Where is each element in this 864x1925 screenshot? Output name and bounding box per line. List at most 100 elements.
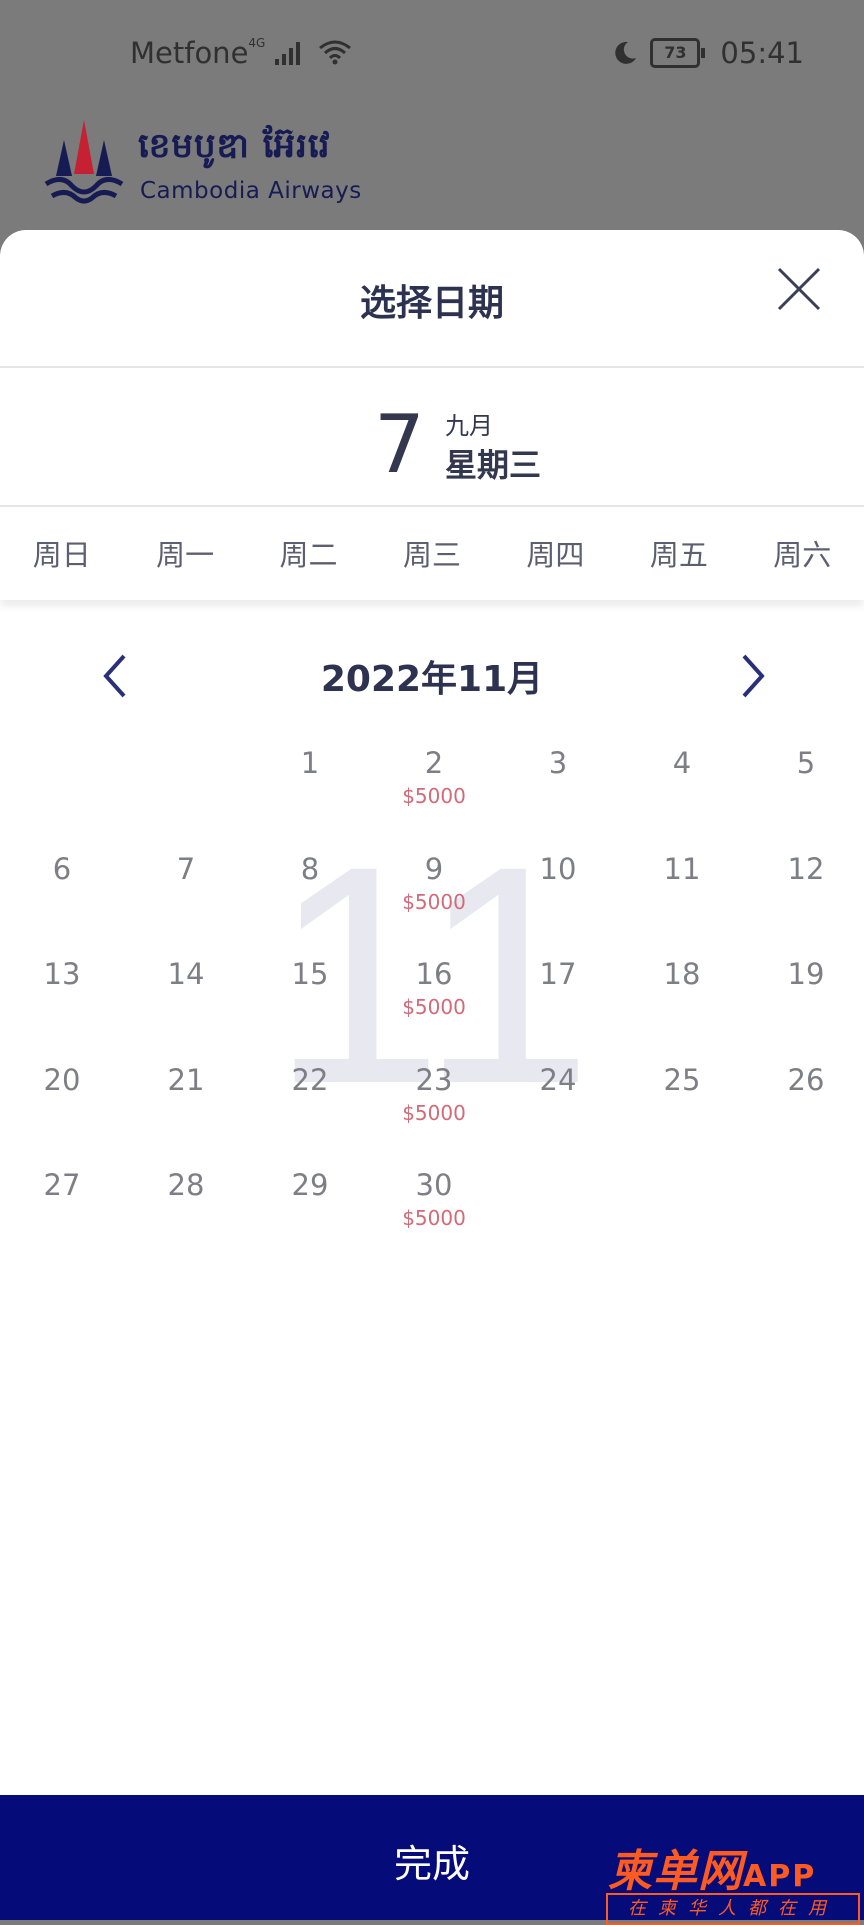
day-number: 7 xyxy=(176,851,196,886)
carrier-name: Metfone4G xyxy=(130,36,352,70)
day-price: $5000 xyxy=(402,889,466,914)
month-navigation: 2022年11月 xyxy=(0,640,864,710)
day-number: 4 xyxy=(672,746,692,780)
status-right: 73 05:41 xyxy=(612,36,804,70)
calendar-day[interactable]: 23 $5000 xyxy=(372,1055,496,1155)
day-number: 22 xyxy=(291,1062,329,1097)
day-number: 23 xyxy=(415,1062,453,1097)
day-number: 9 xyxy=(424,851,444,886)
day-number: 19 xyxy=(787,957,825,991)
selected-date: 7 九月 星期三 xyxy=(0,400,864,500)
calendar-day[interactable]: 2 $5000 xyxy=(372,738,496,838)
weekday-wed: 周三 xyxy=(402,538,461,572)
calendar-day[interactable]: 15 xyxy=(248,949,372,1049)
header-divider xyxy=(0,366,864,368)
logo-english-text: Cambodia Airways xyxy=(140,178,362,204)
carrier-label: Metfone xyxy=(130,36,249,70)
wifi-icon xyxy=(318,40,351,65)
day-number: 14 xyxy=(167,957,205,991)
day-price: $5000 xyxy=(402,995,466,1019)
day-number: 12 xyxy=(787,851,825,886)
day-number: 25 xyxy=(663,1062,701,1097)
selected-day-number: 7 xyxy=(374,398,425,491)
calendar-day[interactable]: 3 xyxy=(496,738,620,838)
logo-khmer-text: ខេមបូឌា អ៊ែរវេ xyxy=(138,126,331,166)
close-icon[interactable] xyxy=(776,266,822,312)
calendar-day[interactable]: 20 xyxy=(0,1055,124,1155)
day-number: 5 xyxy=(796,746,816,780)
cambodia-airways-logo: ខេមបូឌា អ៊ែរវេ Cambodia Airways xyxy=(42,118,382,218)
brand-watermark-main: 柬单网 xyxy=(608,1846,743,1897)
status-bar: Metfone4G 73 05:41 xyxy=(0,0,864,110)
weekday-tue: 周二 xyxy=(279,538,338,572)
weekday-mon: 周一 xyxy=(156,538,215,572)
logo-emblem-icon xyxy=(44,120,124,204)
calendar-day[interactable]: 11 xyxy=(620,844,744,944)
day-number: 10 xyxy=(539,851,577,886)
day-number: 11 xyxy=(663,851,701,886)
calendar-day[interactable]: 17 xyxy=(496,949,620,1049)
calendar-day[interactable]: 28 xyxy=(124,1160,248,1260)
calendar-day[interactable]: 21 xyxy=(124,1055,248,1155)
day-number: 1 xyxy=(300,746,320,780)
calendar-day[interactable]: 8 xyxy=(248,844,372,944)
day-number: 30 xyxy=(415,1168,453,1202)
day-number: 29 xyxy=(291,1168,329,1202)
day-number: 17 xyxy=(539,957,577,991)
weekday-thu: 周四 xyxy=(526,538,585,572)
calendar-day[interactable]: 1 xyxy=(248,738,372,838)
calendar-day[interactable]: 22 xyxy=(248,1055,372,1155)
calendar-day[interactable]: 25 xyxy=(620,1055,744,1155)
day-number: 20 xyxy=(43,1062,81,1097)
calendar-day[interactable]: 19 xyxy=(744,949,864,1049)
next-month-icon[interactable] xyxy=(726,648,776,704)
calendar-day[interactable]: 13 xyxy=(0,949,124,1049)
calendar-day[interactable]: 16 $5000 xyxy=(372,949,496,1049)
brand-watermark: 柬单网APP 在柬华人都在用 xyxy=(606,1835,860,1925)
calendar-day[interactable]: 6 xyxy=(0,844,124,944)
calendar-day[interactable]: 12 xyxy=(744,844,864,944)
day-number: 24 xyxy=(539,1062,577,1097)
selected-weekday: 星期三 xyxy=(445,446,542,484)
day-price: $5000 xyxy=(402,1206,466,1230)
selected-date-divider xyxy=(0,505,864,507)
calendar-day[interactable]: 29 xyxy=(248,1160,372,1260)
calendar-day[interactable]: 30 $5000 xyxy=(372,1160,496,1260)
calendar-day[interactable]: 4 xyxy=(620,738,744,838)
weekday-fri: 周五 xyxy=(649,538,708,572)
moon-icon xyxy=(615,41,637,64)
day-number: 26 xyxy=(787,1062,825,1097)
day-number: 15 xyxy=(291,957,329,991)
weekday-header: 周日 周一 周二 周三 周四 周五 周六 xyxy=(0,508,864,600)
network-type: 4G xyxy=(248,36,266,50)
day-number: 8 xyxy=(300,851,320,886)
brand-watermark-sub: 在柬华人都在用 xyxy=(606,1893,860,1925)
selected-month: 九月 xyxy=(445,412,493,440)
day-price: $5000 xyxy=(402,1100,466,1125)
weekday-sat: 周六 xyxy=(773,538,832,572)
sheet-title: 选择日期 xyxy=(359,283,504,324)
calendar-day[interactable]: 14 xyxy=(124,949,248,1049)
day-number: 3 xyxy=(548,746,568,780)
calendar-day[interactable]: 24 xyxy=(496,1055,620,1155)
weekday-sun: 周日 xyxy=(32,538,91,572)
calendar-day[interactable]: 5 xyxy=(744,738,864,838)
day-number: 28 xyxy=(167,1168,205,1202)
signal-icon xyxy=(274,42,300,65)
clock: 05:41 xyxy=(720,36,804,70)
calendar-day[interactable]: 7 xyxy=(124,844,248,944)
day-number: 2 xyxy=(424,746,444,780)
calendar-day[interactable]: 18 xyxy=(620,949,744,1049)
day-number: 6 xyxy=(52,851,72,886)
calendar-day[interactable]: 9 $5000 xyxy=(372,844,496,944)
day-number: 18 xyxy=(663,957,701,991)
day-number: 21 xyxy=(167,1062,205,1097)
done-button[interactable]: 完成 柬单网APP 在柬华人都在用 xyxy=(0,1795,864,1925)
battery-icon: 73 xyxy=(650,38,706,68)
brand-watermark-app: APP xyxy=(743,1859,817,1894)
day-number: 13 xyxy=(43,957,81,991)
calendar-day[interactable]: 10 xyxy=(496,844,620,944)
day-number: 27 xyxy=(43,1168,81,1202)
calendar-day[interactable]: 26 xyxy=(744,1055,864,1155)
calendar-day[interactable]: 27 xyxy=(0,1160,124,1260)
